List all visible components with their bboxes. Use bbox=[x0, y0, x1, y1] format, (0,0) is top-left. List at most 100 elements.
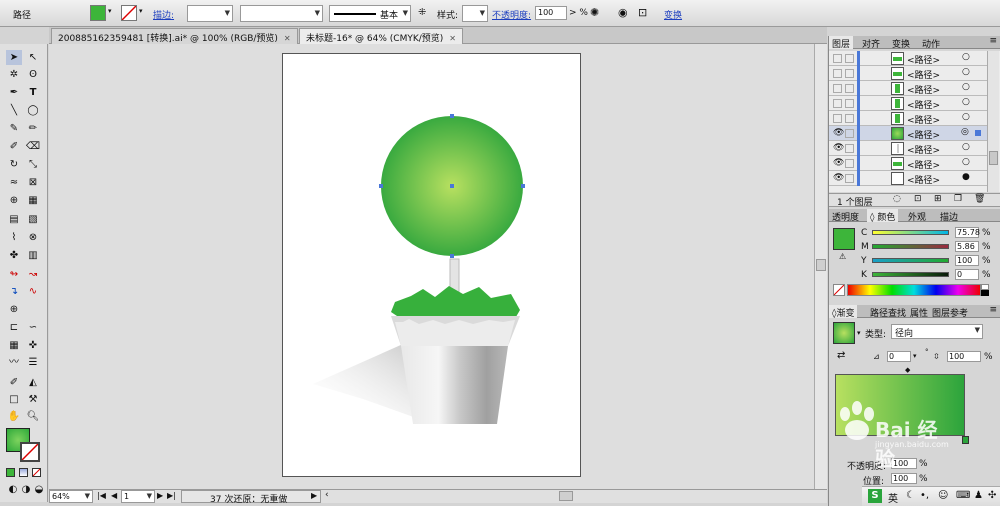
scroll-left-icon[interactable]: ‹ bbox=[325, 490, 329, 500]
lock-box[interactable] bbox=[845, 99, 854, 108]
eyedropper-icon[interactable]: ⌇ bbox=[6, 230, 22, 245]
paintbrush-icon[interactable]: ✎ bbox=[6, 121, 22, 136]
stop-opacity-input[interactable]: 100 bbox=[891, 458, 917, 469]
perspective-grid-icon[interactable]: ▤ bbox=[6, 212, 22, 227]
color-spectrum[interactable] bbox=[847, 284, 981, 296]
prev-page-icon[interactable]: ◀ bbox=[111, 491, 117, 500]
layer-row[interactable]: <路径> ○ bbox=[829, 96, 987, 111]
eye-icon[interactable]: 👁︎ bbox=[833, 143, 844, 153]
tab-layers[interactable]: 图层 bbox=[829, 36, 854, 50]
channel-y-slider[interactable] bbox=[872, 258, 949, 263]
line-tool-icon[interactable]: ╲ bbox=[6, 103, 22, 118]
none-mode-icon[interactable] bbox=[32, 468, 41, 477]
chevron-down-icon[interactable]: ▾ bbox=[913, 352, 917, 360]
layer-row[interactable]: <路径> ○ bbox=[829, 111, 987, 126]
reverse-gradient-icon[interactable]: ⇄ bbox=[837, 350, 845, 361]
fill-swatch[interactable] bbox=[90, 5, 106, 21]
custom-tool-4-icon[interactable]: ∿ bbox=[25, 284, 41, 299]
channel-c-slider[interactable] bbox=[872, 230, 949, 235]
variable-width-dropdown[interactable]: ▼ bbox=[240, 5, 323, 22]
lock-box[interactable] bbox=[845, 69, 854, 78]
chevron-down-icon[interactable]: ▾ bbox=[139, 7, 143, 15]
target-icon[interactable]: ○ bbox=[962, 142, 970, 152]
eraser-icon[interactable]: ⌫ bbox=[25, 139, 41, 154]
layers-scrollbar[interactable] bbox=[987, 51, 999, 192]
target-icon[interactable]: ○ bbox=[962, 97, 970, 107]
channel-k-slider[interactable] bbox=[872, 272, 949, 277]
emoji-icon[interactable]: ☺ bbox=[938, 490, 948, 501]
tab-align[interactable]: 对齐 bbox=[859, 36, 883, 50]
layer-row[interactable]: <路径> ○ bbox=[829, 66, 987, 81]
custom-tool-1-icon[interactable]: ↬ bbox=[6, 267, 22, 282]
pen-tool-icon[interactable]: ✒ bbox=[6, 85, 22, 100]
blend-tool-icon[interactable]: ⊗ bbox=[25, 230, 41, 245]
target-selected-icon[interactable]: ◎ bbox=[961, 127, 969, 137]
visibility-box[interactable] bbox=[833, 69, 842, 78]
lock-box[interactable] bbox=[845, 84, 854, 93]
stop-location-input[interactable]: 100 bbox=[891, 473, 917, 484]
eye-icon[interactable]: 👁︎ bbox=[833, 128, 844, 138]
color-swatch[interactable] bbox=[833, 228, 855, 250]
next-page-icon[interactable]: ▶ bbox=[157, 491, 163, 500]
tab-document-2[interactable]: 未标题-16* @ 64% (CMYK/预览) ✕ bbox=[299, 28, 463, 44]
user-icon[interactable]: ♟ bbox=[974, 490, 983, 501]
chevron-down-icon[interactable]: ▾ bbox=[857, 329, 861, 337]
gradient-type-dropdown[interactable]: 径向 ▼ bbox=[891, 324, 983, 339]
lasso-icon[interactable]: ʘ bbox=[25, 67, 41, 82]
none-swatch[interactable] bbox=[833, 284, 845, 296]
layer-row-selected[interactable]: 👁︎ <路径> ◎ bbox=[829, 126, 987, 141]
pencil-icon[interactable]: ✏ bbox=[25, 121, 41, 136]
stroke-link[interactable]: 描边: bbox=[153, 8, 174, 21]
magic-wand-icon[interactable]: ✲ bbox=[6, 67, 22, 82]
blob-brush-icon[interactable]: ✐ bbox=[6, 139, 22, 154]
live-paint-icon[interactable]: ▦ bbox=[25, 193, 41, 208]
scroll-thumb[interactable] bbox=[989, 151, 998, 165]
target-icon[interactable]: ○ bbox=[962, 157, 970, 167]
keyboard-icon[interactable]: ⌨ bbox=[956, 490, 970, 501]
channel-m-input[interactable]: 5.86 bbox=[955, 241, 979, 252]
tab-layer-reference[interactable]: 图层参考 bbox=[929, 305, 969, 318]
gradient-stop[interactable] bbox=[962, 436, 969, 444]
lock-box[interactable] bbox=[845, 54, 854, 63]
crosshair-icon[interactable]: ⊕ bbox=[6, 302, 22, 317]
ime-language[interactable]: 英 bbox=[888, 490, 898, 505]
artboard[interactable] bbox=[282, 53, 581, 477]
knife-tool-icon[interactable]: ⚒ bbox=[25, 392, 41, 407]
mesh-tool-icon[interactable]: ▦ bbox=[6, 338, 22, 353]
new-layer-icon[interactable]: ❐ bbox=[954, 194, 962, 204]
layer-row[interactable]: 👁︎ <路径> ● bbox=[829, 171, 987, 186]
scroll-thumb[interactable] bbox=[816, 259, 826, 271]
gradient-slider[interactable] bbox=[835, 374, 965, 436]
selection-indicator[interactable] bbox=[975, 130, 981, 136]
layer-row[interactable]: 👁︎ <路径> ○ bbox=[829, 156, 987, 171]
align-icon[interactable]: ⊡ bbox=[638, 6, 647, 19]
lock-box[interactable] bbox=[845, 114, 854, 123]
lock-box[interactable] bbox=[845, 174, 854, 183]
brush-profile-dropdown[interactable]: 基本 ▼ bbox=[329, 5, 411, 22]
target-icon[interactable]: ○ bbox=[962, 67, 970, 77]
stroke-swatch[interactable] bbox=[121, 5, 137, 21]
gradient-preview[interactable] bbox=[833, 322, 855, 344]
status-menu-icon[interactable]: ▶ bbox=[311, 491, 317, 500]
graph-tool-icon[interactable]: ▥ bbox=[25, 248, 41, 263]
tab-actions[interactable]: 动作 bbox=[919, 36, 943, 50]
gradient-tool-icon[interactable]: ▧ bbox=[25, 212, 41, 227]
hand-tool-icon[interactable]: ✋ bbox=[6, 409, 22, 424]
tab-color[interactable]: ◊ 颜色 bbox=[867, 209, 899, 223]
eye-icon[interactable]: 👁︎ bbox=[833, 158, 844, 168]
layer-row[interactable]: <路径> ○ bbox=[829, 51, 987, 66]
pattern-tool-icon[interactable]: ✜ bbox=[25, 338, 41, 353]
free-transform-icon[interactable]: ⊠ bbox=[25, 175, 41, 190]
panel-menu-icon[interactable]: ≡ bbox=[989, 305, 997, 315]
clip-mask-icon[interactable]: ⊡ bbox=[914, 194, 922, 204]
layer-row[interactable]: 👁︎ <路径> ○ bbox=[829, 141, 987, 156]
black-swatch[interactable] bbox=[981, 290, 989, 296]
gamut-warning-icon[interactable]: ⚠ bbox=[839, 252, 846, 261]
close-icon[interactable]: ✕ bbox=[449, 34, 456, 43]
vertical-scrollbar[interactable] bbox=[814, 44, 827, 490]
lock-box[interactable] bbox=[845, 159, 854, 168]
target-icon[interactable]: ○ bbox=[962, 52, 970, 62]
moon-icon[interactable]: ☾ bbox=[906, 490, 915, 501]
recolor-icon[interactable]: ✺ bbox=[590, 6, 599, 19]
measure-tool-icon[interactable]: ✐ bbox=[6, 375, 22, 390]
